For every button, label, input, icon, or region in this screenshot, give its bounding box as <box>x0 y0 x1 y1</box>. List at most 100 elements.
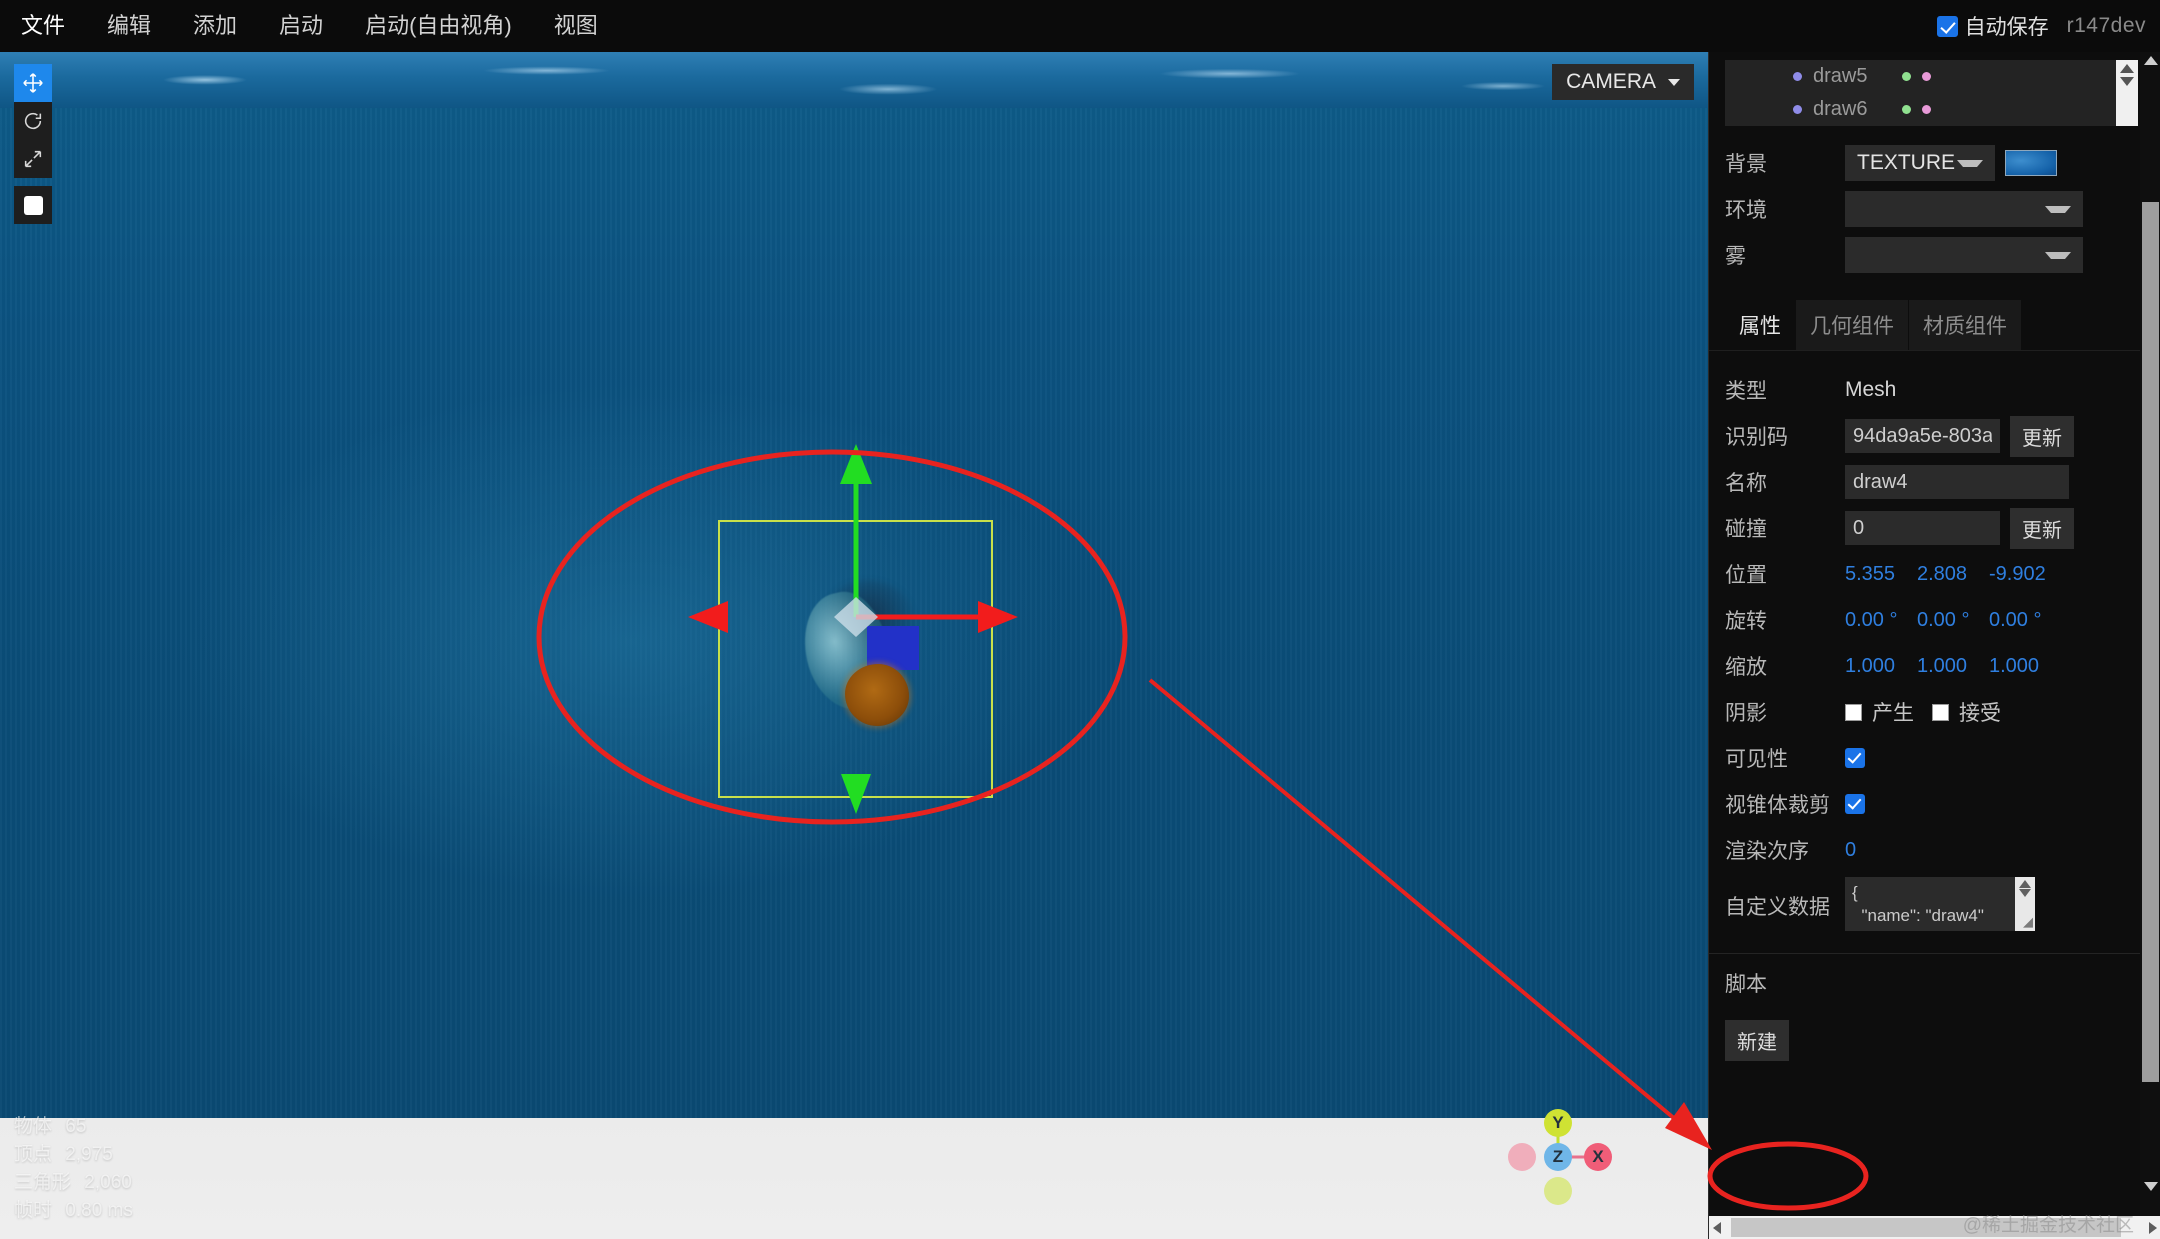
stat-vertices-label: 顶点 <box>14 1143 53 1165</box>
stat-objects: 物体 65 <box>14 1113 133 1141</box>
tab-material[interactable]: 材质组件 <box>1909 300 2022 350</box>
visible-checkbox[interactable] <box>1845 748 1865 768</box>
shadow-receive-checkbox[interactable] <box>1932 703 1949 721</box>
scroll-right-icon[interactable] <box>2149 1222 2157 1234</box>
tab-properties[interactable]: 属性 <box>1725 300 1796 350</box>
name-input[interactable] <box>1845 465 2069 499</box>
scroll-up-icon[interactable] <box>2144 56 2158 65</box>
geometry-dot-icon <box>1902 72 1911 81</box>
axis-z-center[interactable]: Z <box>1544 1143 1572 1171</box>
chevron-down-icon <box>1957 159 1983 167</box>
viewport-toolbar <box>14 64 52 224</box>
position-z-value[interactable]: -9.902 <box>1989 563 2051 586</box>
uuid-row: 识别码 更新 <box>1709 413 2160 459</box>
version-label: r147dev <box>2066 14 2146 37</box>
menu-item-play[interactable]: 启动 <box>258 0 344 52</box>
frustum-cull-checkbox[interactable] <box>1845 794 1865 814</box>
axis-x-positive[interactable]: X <box>1584 1143 1612 1171</box>
camera-select-label: CAMERA <box>1566 70 1656 93</box>
shadow-cast-checkbox[interactable] <box>1845 703 1862 721</box>
rotation-x-value[interactable]: 0.00 ° <box>1845 609 1907 632</box>
rotate-tool-button[interactable] <box>14 102 52 140</box>
background-label: 背景 <box>1725 153 1767 176</box>
outliner-item-label: draw6 <box>1813 98 1868 120</box>
translate-tool-button[interactable] <box>14 64 52 102</box>
shadow-row: 阴影 产生 接受 <box>1709 689 2160 735</box>
scale-y-value[interactable]: 1.000 <box>1917 655 1979 678</box>
fog-label: 雾 <box>1725 245 1746 268</box>
scroll-down-icon[interactable] <box>2144 1182 2158 1191</box>
autosave-label: 自动保存 <box>1964 16 2049 39</box>
autosave-toggle[interactable]: 自动保存 <box>1936 11 2049 41</box>
name-row: 名称 <box>1709 459 2160 505</box>
scroll-up-icon[interactable] <box>2019 879 2031 888</box>
scale-label: 缩放 <box>1725 656 1767 679</box>
menu-item-edit[interactable]: 编辑 <box>86 0 172 52</box>
scroll-left-icon[interactable] <box>1713 1222 1721 1234</box>
uuid-update-button[interactable]: 更新 <box>2010 415 2074 457</box>
scale-x-value[interactable]: 1.000 <box>1845 655 1907 678</box>
custom-data-wrapper: ◢ <box>1845 876 2035 936</box>
panel-horizontal-scrollbar[interactable] <box>1709 1216 2160 1239</box>
scene-outliner[interactable]: draw5 draw6 <box>1725 60 2138 126</box>
axis-x-negative[interactable] <box>1508 1143 1536 1171</box>
tab-geometry[interactable]: 几何组件 <box>1796 300 1909 350</box>
axis-y-label: Y <box>1552 1113 1564 1132</box>
scroll-down-icon[interactable] <box>2120 77 2134 86</box>
scroll-down-icon[interactable] <box>2019 888 2031 897</box>
menu-item-play-free[interactable]: 启动(自由视角) <box>344 0 533 52</box>
autosave-checkbox[interactable] <box>1936 15 1958 37</box>
uuid-label: 识别码 <box>1725 426 1788 449</box>
grid-snap-toggle-button[interactable] <box>14 186 52 224</box>
render-order-value[interactable]: 0 <box>1845 839 1907 862</box>
menu-item-view[interactable]: 视图 <box>533 0 619 52</box>
axis-y-positive[interactable]: Y <box>1544 1109 1572 1137</box>
camera-select[interactable]: CAMERA <box>1552 64 1694 100</box>
rotation-z-value[interactable]: 0.00 ° <box>1989 609 2051 632</box>
menu-item-add[interactable]: 添加 <box>172 0 258 52</box>
position-x-value[interactable]: 5.355 <box>1845 563 1907 586</box>
collision-input[interactable] <box>1845 511 2000 545</box>
panel-vertical-scrollbar[interactable] <box>2140 52 2160 1216</box>
geometry-dot-icon <box>1902 105 1911 114</box>
scrollbar-thumb[interactable] <box>1731 1218 2121 1237</box>
axis-helper[interactable]: Y Z X <box>1508 1109 1622 1209</box>
collision-update-button[interactable]: 更新 <box>2010 507 2074 549</box>
material-dot-icon <box>1922 72 1931 81</box>
scrollbar-thumb[interactable] <box>2142 202 2159 1082</box>
custom-data-textarea[interactable] <box>1845 876 2035 931</box>
fog-select[interactable] <box>1845 237 2083 273</box>
stat-frametime: 帧时 0.80 ms <box>14 1197 133 1225</box>
outliner-scrollbar[interactable] <box>2116 60 2138 126</box>
outliner-item-draw5[interactable]: draw5 <box>1725 60 2138 93</box>
stat-triangles: 三角形 2,060 <box>14 1169 133 1197</box>
resize-grip-icon[interactable]: ◢ <box>2023 914 2033 930</box>
object-type-dot-icon <box>1793 72 1802 81</box>
outliner-item-draw6[interactable]: draw6 <box>1725 93 2138 126</box>
environment-row: 环境 <box>1709 186 2160 232</box>
position-y-value[interactable]: 2.808 <box>1917 563 1979 586</box>
environment-select[interactable] <box>1845 191 2083 227</box>
background-type-select[interactable]: TEXTURE <box>1845 145 1995 181</box>
script-section-title: 脚本 <box>1725 973 1767 996</box>
rotation-y-value[interactable]: 0.00 ° <box>1917 609 1979 632</box>
custom-data-label: 自定义数据 <box>1725 896 1830 919</box>
uuid-input[interactable] <box>1845 419 2000 453</box>
render-order-label: 渲染次序 <box>1725 840 1809 863</box>
scroll-up-icon[interactable] <box>2120 64 2134 73</box>
stat-frametime-label: 帧时 <box>14 1199 53 1221</box>
scale-z-value[interactable]: 1.000 <box>1989 655 2051 678</box>
seafloor <box>0 1118 1708 1239</box>
script-section: 脚本 新建 <box>1709 953 2160 1061</box>
menu-item-file[interactable]: 文件 <box>0 0 86 52</box>
shadow-receive-label: 接受 <box>1959 702 2001 725</box>
scale-tool-button[interactable] <box>14 140 52 178</box>
type-row: 类型 Mesh <box>1709 367 2160 413</box>
custom-data-scrollbar[interactable]: ◢ <box>2015 876 2035 931</box>
axis-y-negative[interactable] <box>1544 1177 1572 1205</box>
viewport-3d[interactable]: CAMERA 物体 65 顶点 2,975 三角形 2,060 帧时 0.80 … <box>0 52 1708 1239</box>
background-texture-swatch[interactable] <box>2005 150 2057 176</box>
chevron-down-icon <box>2045 205 2071 213</box>
background-row: 背景 TEXTURE <box>1709 140 2160 186</box>
new-script-button[interactable]: 新建 <box>1725 1020 1789 1061</box>
